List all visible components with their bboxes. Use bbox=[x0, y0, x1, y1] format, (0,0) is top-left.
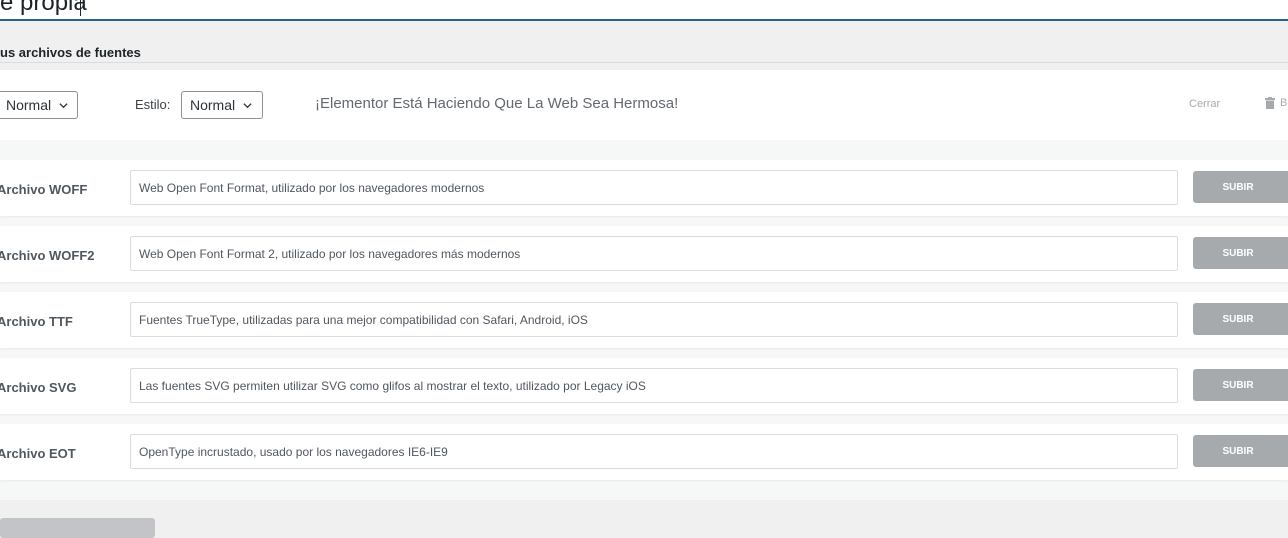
text-caret bbox=[80, 0, 81, 16]
upload-ttf-button[interactable]: SUBIR bbox=[1193, 303, 1288, 335]
add-variation-button[interactable] bbox=[0, 518, 155, 538]
style-label: Estilo: bbox=[135, 97, 171, 112]
file-row-label: Archivo TTF bbox=[0, 314, 73, 329]
style-select[interactable]: Normal bbox=[181, 91, 263, 119]
upload-woff2-button[interactable]: SUBIR bbox=[1193, 237, 1288, 269]
file-row-label: Archivo EOT bbox=[0, 446, 76, 461]
font-files-area: Archivo WOFF SUBIR Archivo WOFF2 SUBIR A… bbox=[0, 140, 1288, 500]
woff2-file-input[interactable] bbox=[130, 236, 1178, 271]
weight-select-value: Normal bbox=[6, 97, 52, 113]
file-row-eot: Archivo EOT SUBIR bbox=[0, 424, 1288, 480]
delete-label: B bbox=[1280, 97, 1288, 109]
file-row-ttf: Archivo TTF SUBIR bbox=[0, 292, 1288, 348]
chevron-down-icon bbox=[59, 102, 68, 108]
file-row-woff2: Archivo WOFF2 SUBIR bbox=[0, 226, 1288, 282]
chevron-down-icon bbox=[243, 102, 252, 108]
upload-svg-button[interactable]: SUBIR bbox=[1193, 369, 1288, 401]
weight-select[interactable]: Normal bbox=[0, 91, 78, 119]
upload-eot-button[interactable]: SUBIR bbox=[1193, 435, 1288, 467]
file-row-label: Archivo WOFF2 bbox=[0, 248, 95, 263]
font-preview-text: ¡Elementor Está Haciendo Que La Web Sea … bbox=[315, 95, 679, 112]
file-row-label: Archivo WOFF bbox=[0, 182, 88, 197]
font-title-field[interactable]: e propia bbox=[0, 0, 1288, 21]
eot-file-input[interactable] bbox=[130, 434, 1178, 469]
file-row-svg: Archivo SVG SUBIR bbox=[0, 358, 1288, 414]
svg-file-input[interactable] bbox=[130, 368, 1178, 403]
section-divider bbox=[0, 62, 1288, 63]
trash-icon bbox=[1265, 97, 1275, 109]
file-row-woff: Archivo WOFF SUBIR bbox=[0, 160, 1288, 216]
style-select-value: Normal bbox=[190, 97, 236, 113]
close-link[interactable]: Cerrar bbox=[1189, 98, 1220, 110]
woff-file-input[interactable] bbox=[130, 170, 1178, 205]
file-row-label: Archivo SVG bbox=[0, 380, 77, 395]
delete-link[interactable]: B bbox=[1265, 97, 1287, 109]
font-variation-panel: Normal Estilo: Normal ¡Elementor Está Ha… bbox=[0, 70, 1288, 140]
ttf-file-input[interactable] bbox=[130, 302, 1178, 337]
font-title-text: e propia bbox=[0, 0, 87, 16]
upload-woff-button[interactable]: SUBIR bbox=[1193, 171, 1288, 203]
section-heading: us archivos de fuentes bbox=[0, 45, 141, 60]
